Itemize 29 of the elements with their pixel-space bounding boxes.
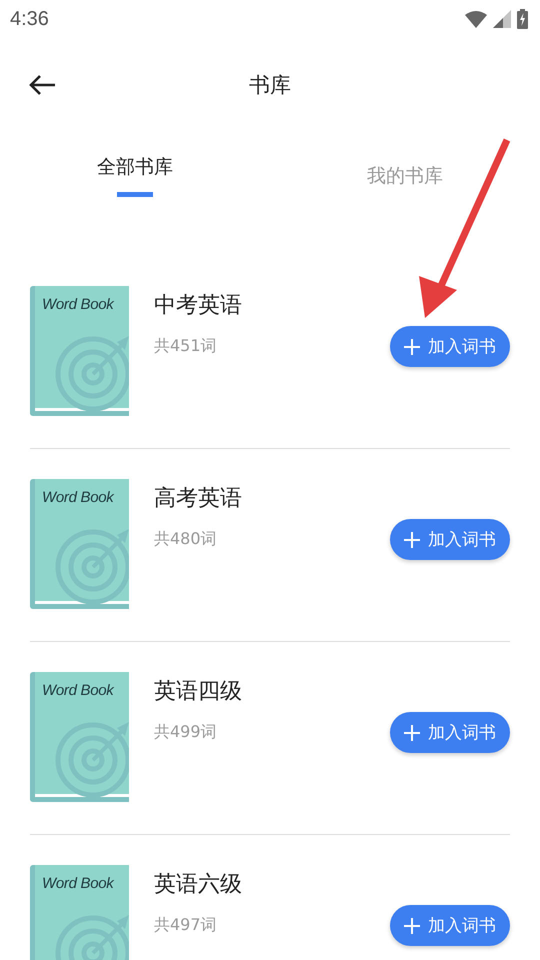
plus-icon (404, 338, 420, 354)
book-title: 中考英语 (154, 292, 243, 320)
plus-icon (404, 918, 420, 934)
add-book-button[interactable]: 加入词书 (390, 326, 510, 367)
tab[interactable]: 全部书库 (97, 154, 173, 180)
cover-text: Word Book (42, 296, 114, 313)
tab[interactable]: 我的书库 (367, 163, 443, 189)
word-count: 共480词 (154, 529, 218, 550)
cover-text: Word Book (42, 875, 114, 892)
word-count: 共499词 (154, 722, 218, 743)
status-time: 4:36 (10, 8, 49, 30)
add-book-button[interactable]: 加入词书 (390, 712, 510, 753)
back-arrow-icon[interactable] (28, 74, 56, 96)
cover-text: Word Book (42, 489, 114, 506)
plus-icon (404, 724, 420, 740)
book-title: 英语六级 (154, 871, 243, 899)
wifi-icon (465, 10, 487, 28)
plus-icon (404, 532, 420, 548)
add-book-button[interactable]: 加入词书 (390, 519, 510, 560)
word-count: 共451词 (154, 336, 218, 357)
add-book-button[interactable]: 加入词书 (390, 905, 510, 946)
cover-text: Word Book (42, 682, 114, 699)
page-title: 书库 (249, 72, 291, 99)
book-title: 高考英语 (154, 485, 243, 513)
signal-icon (493, 10, 511, 28)
book-title: 英语四级 (154, 678, 243, 706)
battery-icon (517, 9, 528, 29)
word-count: 共497词 (154, 915, 218, 936)
tab-indicator (117, 192, 153, 197)
